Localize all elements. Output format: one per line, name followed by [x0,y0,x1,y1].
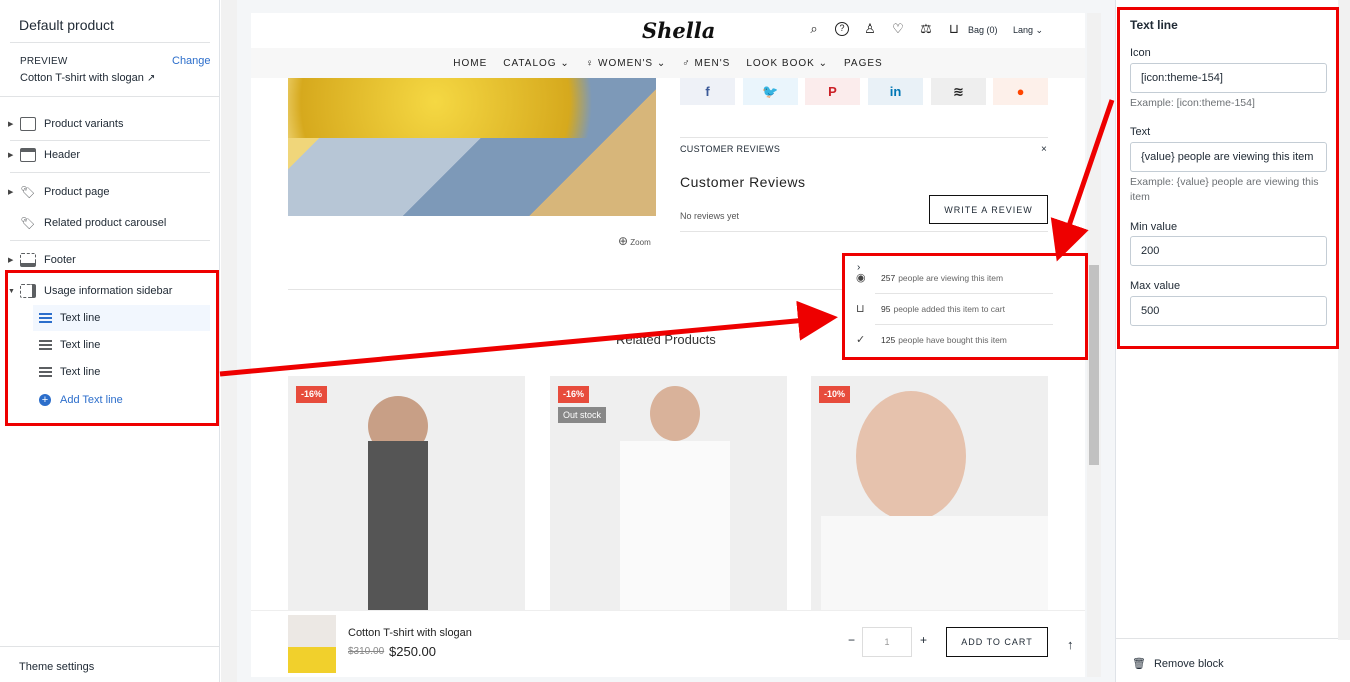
arrow-right-to-popup [1050,99,1115,262]
arrow-left-to-popup [219,300,838,377]
annotation-arrows [219,99,1115,377]
